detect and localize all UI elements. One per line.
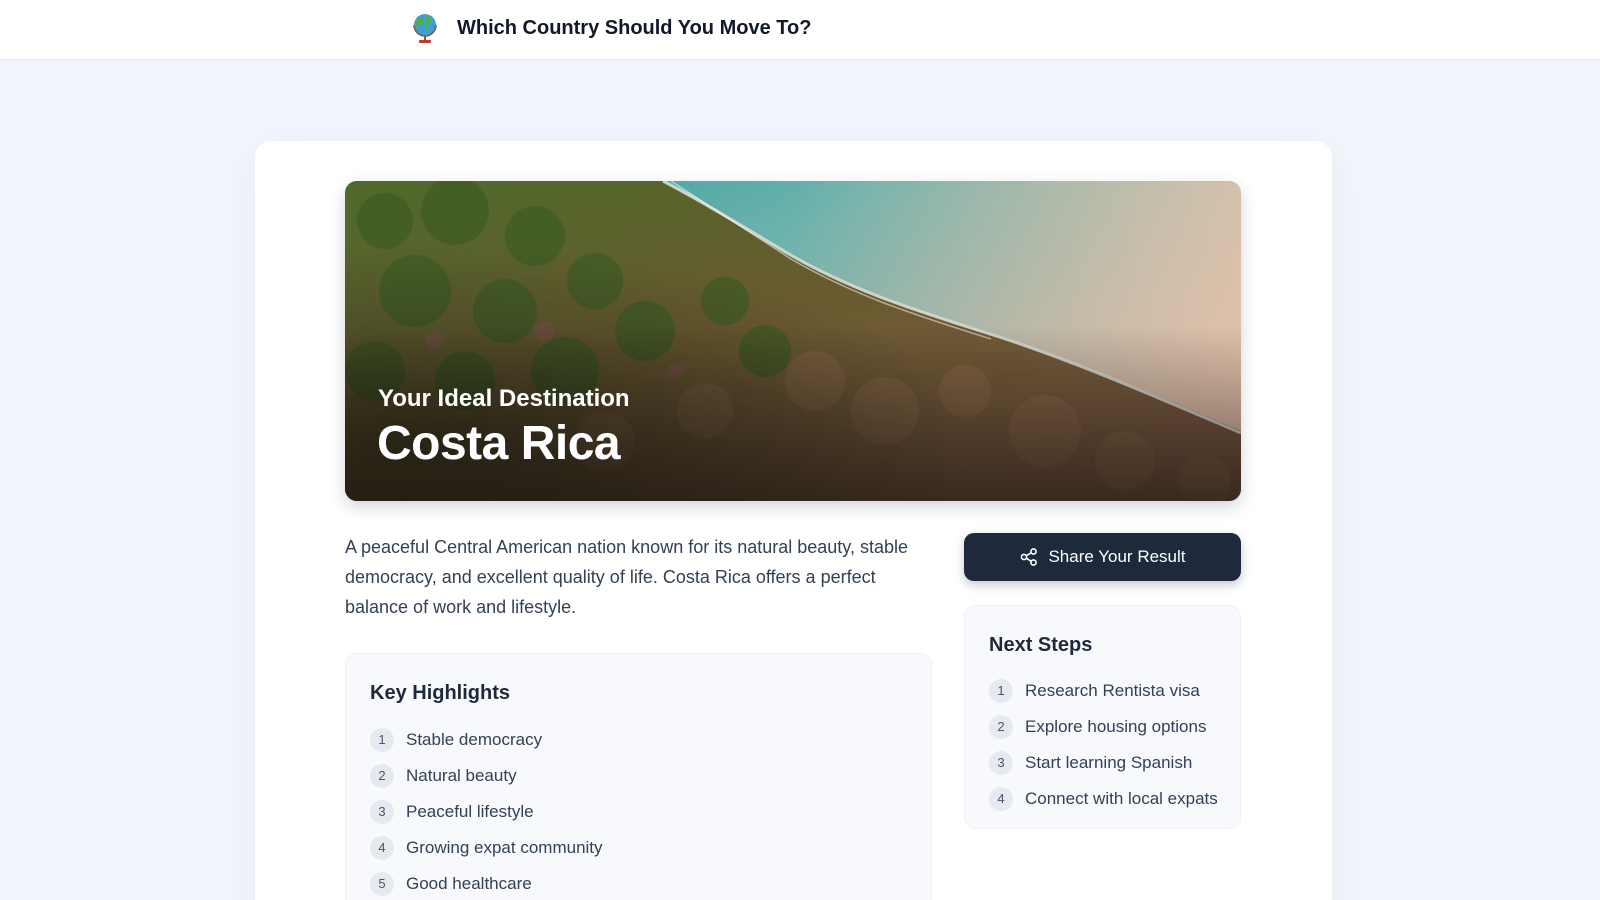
next-steps-title: Next Steps [989,634,1093,656]
share-icon [1021,548,1038,566]
item-number: 2 [989,715,1013,739]
next-steps-panel: Next Steps 1 Research Rentista visa 2 Expl… [964,605,1241,829]
country-name: Costa Rica [377,417,621,470]
next-step-item: 4 Connect with local expats [989,781,1218,817]
item-number: 1 [989,679,1013,703]
highlight-item: 1 Stable democracy [370,722,603,758]
hero-banner: Your Ideal Destination Costa Rica [345,181,1241,501]
hero-subtitle: Your Ideal Destination [378,385,630,412]
item-number: 2 [370,764,394,788]
item-label: Start learning Spanish [1025,753,1193,772]
item-number: 1 [370,728,394,752]
key-highlights-panel: Key Highlights 1 Stable democracy 2 Natura… [345,653,932,900]
highlights-title: Key Highlights [370,682,511,704]
item-number: 3 [989,751,1013,775]
item-label: Growing expat community [406,838,603,857]
item-label: Explore housing options [1025,717,1207,736]
highlight-item: 3 Peaceful lifestyle [370,794,603,830]
next-step-item: 1 Research Rentista visa [989,673,1218,709]
highlight-item: 2 Natural beauty [370,758,603,794]
item-number: 3 [370,800,394,824]
next-step-item: 2 Explore housing options [989,709,1218,745]
item-label: Good healthcare [406,874,532,893]
item-number: 5 [370,872,394,896]
next-steps-list: 1 Research Rentista visa 2 Explore housing… [989,673,1218,817]
app-title: Which Country Should You Move To? [457,17,812,39]
item-number: 4 [370,836,394,860]
item-number: 4 [989,787,1013,811]
globe-icon[interactable] [410,11,440,45]
item-label: Stable democracy [406,730,543,749]
next-step-item: 3 Start learning Spanish [989,745,1218,781]
highlight-item: 4 Growing expat community [370,830,603,866]
country-description: A peaceful Central American nation known… [345,537,908,617]
top-bar: Which Country Should You Move To? [0,0,1600,60]
item-label: Research Rentista visa [1025,681,1200,700]
share-button-label: Share Your Result [1048,547,1186,566]
item-label: Natural beauty [406,766,517,785]
item-label: Connect with local expats [1025,789,1218,808]
item-label: Peaceful lifestyle [406,802,534,821]
share-result-button[interactable]: Share Your Result [964,533,1241,581]
highlights-list: 1 Stable democracy 2 Natural beauty 3 Peace… [370,722,603,900]
highlight-item: 5 Good healthcare [370,866,603,900]
